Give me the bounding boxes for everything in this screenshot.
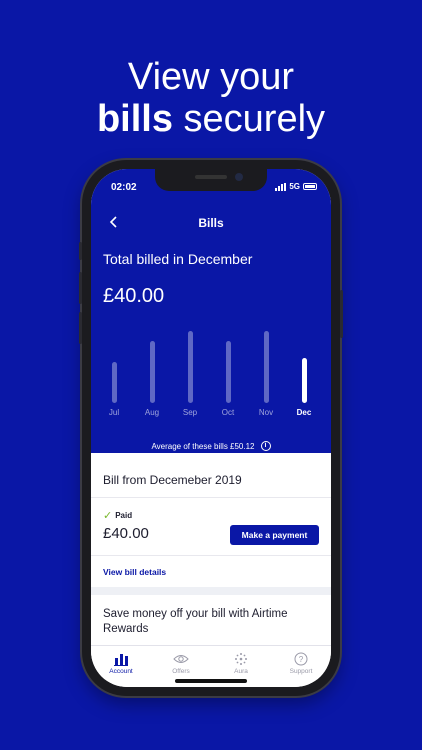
phone-screen: 02:02 5G Bills Total billed in December … xyxy=(91,169,331,687)
chart-bar-oct[interactable] xyxy=(225,341,231,403)
chart-month-label: Nov xyxy=(258,408,274,417)
chart-bar-sep[interactable] xyxy=(187,331,193,403)
paid-status: ✓ Paid xyxy=(103,509,132,522)
camera xyxy=(235,173,243,181)
airtime-rewards-card[interactable]: Save money off your bill with Airtime Re… xyxy=(91,595,331,645)
page-title: Bills xyxy=(198,216,224,230)
bar-chart-icon xyxy=(114,654,128,666)
battery-icon xyxy=(303,183,317,190)
tab-label: Support xyxy=(289,668,313,675)
question-icon: ? xyxy=(294,652,308,666)
svg-text:?: ? xyxy=(299,655,304,664)
bill-title: Bill from Decemeber 2019 xyxy=(103,473,242,487)
status-indicators: 5G xyxy=(275,182,317,191)
tab-label: Aura xyxy=(234,668,248,675)
chart-bar-aug[interactable] xyxy=(149,341,155,403)
chart-month-label: Jul xyxy=(108,408,120,417)
network-label: 5G xyxy=(289,182,300,191)
tab-account[interactable]: Account xyxy=(91,646,151,687)
volume-down-button xyxy=(79,312,82,344)
make-payment-button[interactable]: Make a payment xyxy=(230,525,319,545)
notch xyxy=(155,169,267,191)
power-button xyxy=(340,290,343,338)
check-icon: ✓ xyxy=(103,510,113,522)
bill-amount: £40.00 xyxy=(103,525,149,542)
dots-icon xyxy=(235,653,247,665)
section-gap xyxy=(91,587,331,595)
chart-month-label: Dec xyxy=(296,408,312,417)
divider xyxy=(91,555,331,556)
monthly-bills-chart: Jul Aug Sep Oct Nov Dec xyxy=(91,319,331,429)
chart-bar-jul[interactable] xyxy=(111,361,117,403)
total-billed-label: Total billed in December xyxy=(103,251,253,267)
chart-month-label: Aug xyxy=(144,408,160,417)
paid-label: Paid xyxy=(115,511,133,520)
home-indicator xyxy=(175,679,247,683)
mute-switch xyxy=(79,242,82,260)
average-row: Average of these bills £50.12 i xyxy=(91,441,331,451)
bills-header-panel: 02:02 5G Bills Total billed in December … xyxy=(91,169,331,453)
headline-rest: securely xyxy=(172,98,326,140)
volume-up-button xyxy=(79,272,82,304)
bill-card: Bill from Decemeber 2019 ✓ Paid £40.00 M… xyxy=(91,463,331,583)
chart-bar-nov[interactable] xyxy=(263,331,269,403)
signal-icon xyxy=(275,182,287,191)
average-label: Average of these bills £50.12 xyxy=(151,441,255,451)
view-bill-details-link[interactable]: View bill details xyxy=(103,567,166,577)
tab-label: Account xyxy=(109,668,133,675)
chart-bar-dec[interactable] xyxy=(301,357,307,403)
chart-month-label: Sep xyxy=(182,408,198,417)
info-icon[interactable]: i xyxy=(260,441,271,451)
tab-support[interactable]: ? Support xyxy=(271,646,331,687)
promo-text: Save money off your bill with Airtime Re… xyxy=(103,608,288,635)
tab-label: Offers xyxy=(172,668,190,675)
headline-line-2: bills securely xyxy=(0,98,422,140)
eye-icon xyxy=(173,655,189,663)
headline-bold: bills xyxy=(96,98,173,140)
headline: View your bills securely xyxy=(0,56,422,140)
headline-line-1: View your xyxy=(127,56,295,98)
total-billed-amount: £40.00 xyxy=(103,285,165,307)
speaker xyxy=(195,175,227,179)
chart-month-label: Oct xyxy=(221,408,235,417)
divider xyxy=(91,497,331,498)
phone-frame: 02:02 5G Bills Total billed in December … xyxy=(79,160,343,696)
status-time: 02:02 xyxy=(111,182,137,193)
